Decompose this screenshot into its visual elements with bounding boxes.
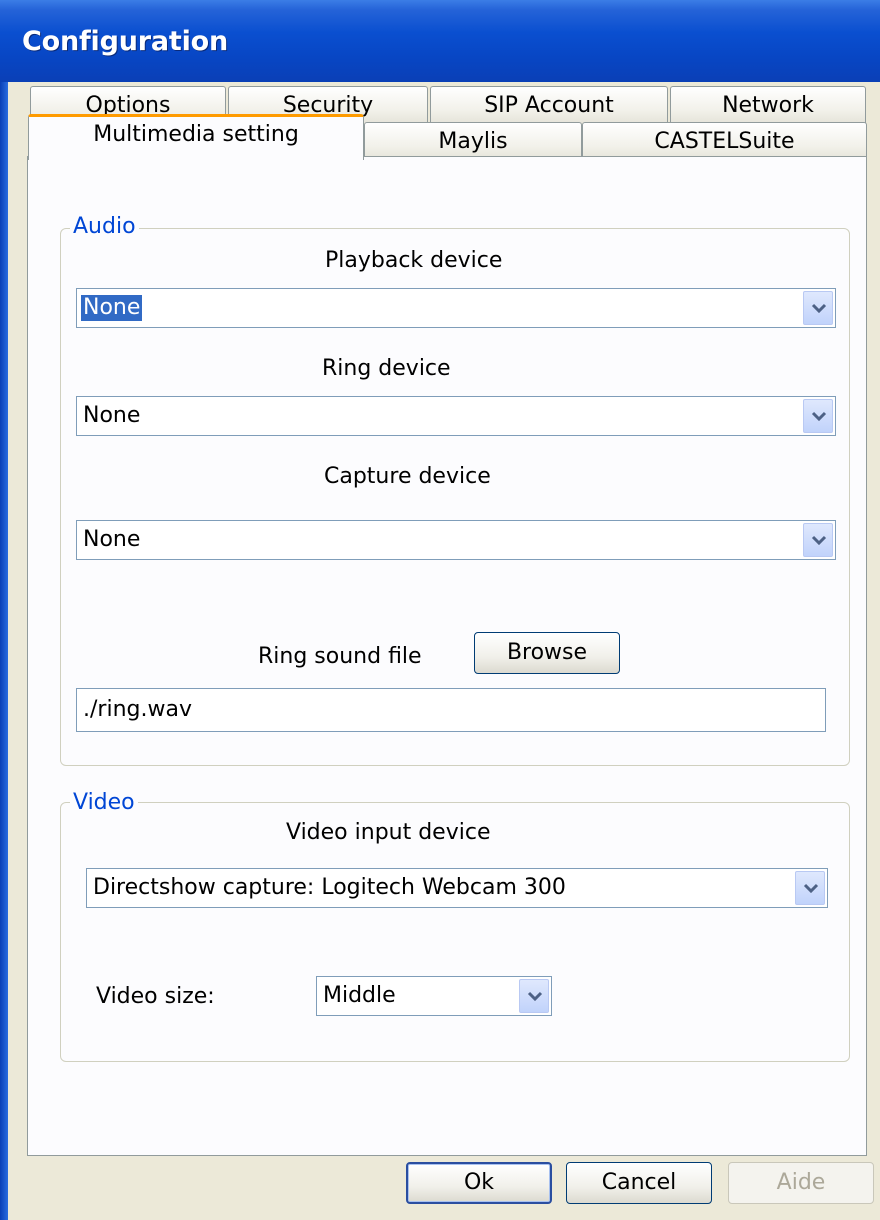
playback-device-label: Playback device: [325, 248, 503, 273]
title-bar[interactable]: Configuration: [0, 0, 880, 82]
chevron-down-icon[interactable]: [803, 399, 833, 433]
window-title: Configuration: [22, 26, 229, 57]
video-input-device-value: Directshow capture: Logitech Webcam 300: [93, 875, 566, 900]
tab-label: SIP Account: [484, 93, 614, 118]
ring-device-select[interactable]: None: [76, 396, 836, 436]
video-input-device-label: Video input device: [286, 820, 491, 845]
tab-multimedia-setting[interactable]: Multimedia setting: [28, 114, 364, 160]
help-button[interactable]: Aide: [728, 1162, 874, 1204]
tab-label: Network: [722, 93, 814, 118]
capture-device-value: None: [83, 527, 141, 552]
video-size-value: Middle: [323, 983, 396, 1008]
chevron-down-icon[interactable]: [519, 979, 549, 1013]
ring-device-value: None: [83, 403, 141, 428]
tab-network[interactable]: Network: [670, 86, 866, 126]
audio-legend: Audio: [70, 214, 139, 239]
tab-label: Multimedia setting: [93, 122, 299, 147]
ok-button[interactable]: Ok: [406, 1162, 552, 1204]
video-size-select[interactable]: Middle: [316, 976, 552, 1016]
chevron-down-icon[interactable]: [803, 291, 833, 325]
tab-sip-account[interactable]: SIP Account: [430, 86, 668, 126]
ring-device-label: Ring device: [322, 356, 451, 381]
capture-device-label: Capture device: [324, 464, 491, 489]
playback-device-select[interactable]: None: [76, 288, 836, 328]
browse-button[interactable]: Browse: [474, 632, 620, 674]
video-size-label: Video size:: [96, 984, 215, 1009]
ring-sound-file-label: Ring sound file: [258, 644, 422, 669]
chevron-down-icon[interactable]: [795, 871, 825, 905]
ring-sound-file-value: ./ring.wav: [83, 697, 192, 722]
video-legend: Video: [70, 790, 138, 815]
cancel-button[interactable]: Cancel: [566, 1162, 712, 1204]
playback-device-value: None: [81, 295, 143, 321]
ring-sound-file-input[interactable]: ./ring.wav: [76, 688, 826, 732]
chevron-down-icon[interactable]: [803, 523, 833, 557]
configuration-window: Configuration Options Security SIP Accou…: [0, 0, 880, 1220]
video-input-device-select[interactable]: Directshow capture: Logitech Webcam 300: [86, 868, 828, 908]
window-border: [0, 82, 8, 1220]
capture-device-select[interactable]: None: [76, 520, 836, 560]
